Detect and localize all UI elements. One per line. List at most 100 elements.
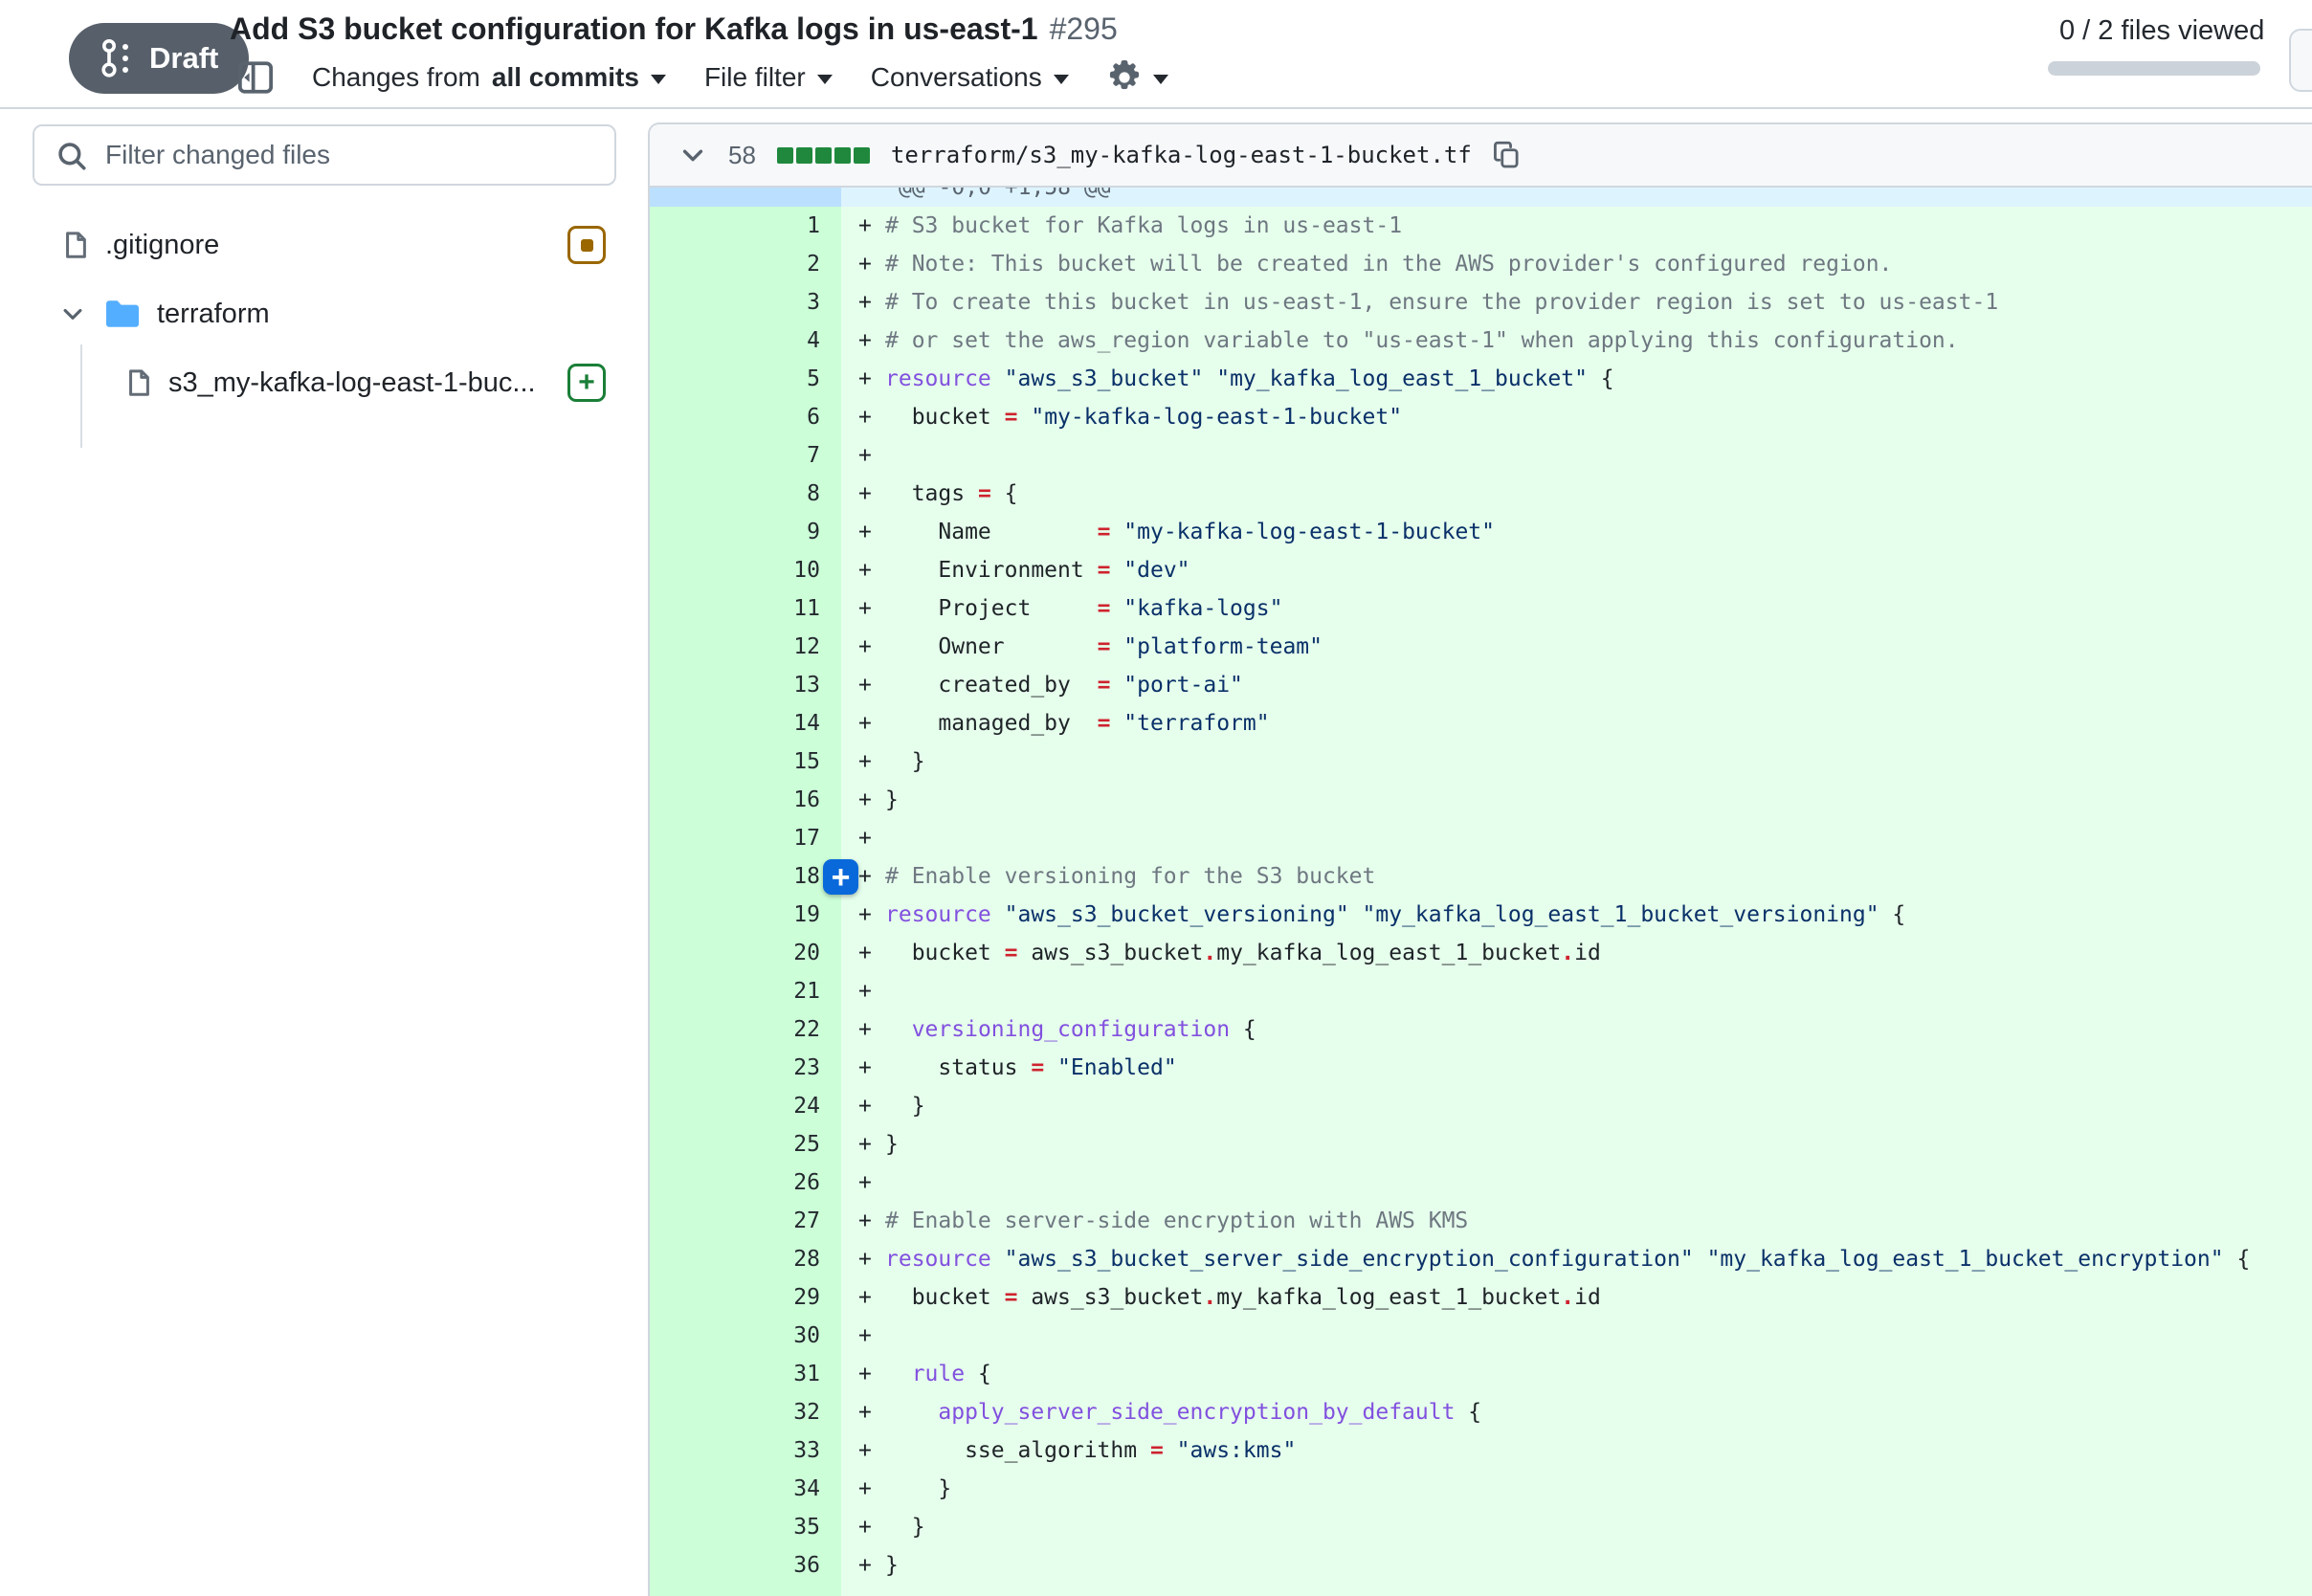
line-code: + (841, 819, 2312, 857)
line-number[interactable]: 7 (650, 436, 841, 475)
line-code: + Environment = "dev" (841, 551, 2312, 589)
pr-title: Add S3 bucket configuration for Kafka lo… (230, 11, 1118, 47)
file-added-badge: + (567, 364, 606, 402)
line-number[interactable]: 11 (650, 589, 841, 628)
filter-changed-files-input[interactable] (33, 124, 616, 186)
chevron-down-icon (817, 75, 833, 84)
line-number[interactable]: 22 (650, 1010, 841, 1049)
addition-marker: + (841, 1125, 885, 1164)
line-code: +resource "aws_s3_bucket_server_side_enc… (841, 1240, 2312, 1278)
chevron-down-icon (1153, 75, 1168, 84)
line-number[interactable]: 3 (650, 283, 841, 321)
line-number[interactable]: 31 (650, 1355, 841, 1393)
tree-item-s3-bucket-file[interactable]: s3_my-kafka-log-east-1-buc... + (0, 348, 632, 417)
line-number[interactable]: 18 (650, 857, 841, 896)
diffstat-block (796, 147, 812, 164)
line-number[interactable]: 19 (650, 896, 841, 934)
collapse-sidebar-icon[interactable] (237, 59, 274, 96)
line-number[interactable]: 36 (650, 1546, 841, 1585)
line-number[interactable]: 1 (650, 207, 841, 245)
addition-marker: + (841, 1393, 885, 1431)
diff-line: 8+ tags = { (650, 475, 2312, 513)
diff-settings-dropdown[interactable] (1107, 60, 1168, 95)
line-content: } (885, 743, 925, 781)
diff-line: 33+ sse_algorithm = "aws:kms" (650, 1431, 2312, 1470)
line-code: +resource "aws_s3_bucket_versioning" "my… (841, 896, 2312, 934)
diffstat-block (834, 147, 851, 164)
line-code: + apply_server_side_encryption_by_defaul… (841, 1393, 2312, 1431)
line-code: + managed_by = "terraform" (841, 704, 2312, 743)
review-changes-button[interactable]: R (2289, 29, 2312, 92)
line-number[interactable]: 30 (650, 1317, 841, 1355)
line-number[interactable]: 4 (650, 321, 841, 360)
line-number[interactable]: 29 (650, 1278, 841, 1317)
line-number[interactable]: 6 (650, 398, 841, 436)
diff-line: 26+ (650, 1164, 2312, 1202)
addition-marker: + (841, 628, 885, 666)
line-number[interactable]: 33 (650, 1431, 841, 1470)
line-number[interactable]: 26 (650, 1164, 841, 1202)
line-number[interactable]: 27 (650, 1202, 841, 1240)
folder-icon (103, 298, 142, 330)
diff-line: 15+ } (650, 743, 2312, 781)
collapse-file-chevron-icon[interactable] (678, 141, 707, 169)
line-number[interactable]: 34 (650, 1470, 841, 1508)
line-number[interactable]: 20 (650, 934, 841, 972)
line-number[interactable]: 2 (650, 245, 841, 283)
line-number[interactable]: 15 (650, 743, 841, 781)
line-number[interactable]: 25 (650, 1125, 841, 1164)
line-code: + bucket = "my-kafka-log-east-1-bucket" (841, 398, 2312, 436)
line-number[interactable]: 13 (650, 666, 841, 704)
line-content: # Note: This bucket will be created in t… (885, 245, 1892, 283)
line-code: + Project = "kafka-logs" (841, 589, 2312, 628)
line-code: + (841, 1164, 2312, 1202)
tree-item-gitignore[interactable]: .gitignore (0, 211, 632, 279)
line-number[interactable] (650, 1585, 841, 1596)
conversations-dropdown[interactable]: Conversations (871, 62, 1069, 93)
addition-marker: + (841, 1585, 885, 1596)
line-content: bucket = aws_s3_bucket.my_kafka_log_east… (885, 934, 1601, 972)
line-number[interactable]: 32 (650, 1393, 841, 1431)
line-number[interactable]: 16 (650, 781, 841, 819)
line-code: + (841, 436, 2312, 475)
line-number[interactable]: 14 (650, 704, 841, 743)
addition-marker: + (841, 934, 885, 972)
diff-line: 13+ created_by = "port-ai" (650, 666, 2312, 704)
line-number[interactable]: 17 (650, 819, 841, 857)
line-number[interactable]: 28 (650, 1240, 841, 1278)
line-number[interactable]: 24 (650, 1087, 841, 1125)
addition-marker: + (841, 743, 885, 781)
add-comment-button[interactable]: + (823, 859, 858, 895)
copy-path-icon[interactable] (1493, 141, 1522, 169)
line-number[interactable]: 5 (650, 360, 841, 398)
line-content: sse_algorithm = "aws:kms" (885, 1431, 1296, 1470)
line-number[interactable]: 10 (650, 551, 841, 589)
line-number[interactable]: 35 (650, 1508, 841, 1546)
addition-marker: + (841, 1546, 885, 1585)
line-number[interactable]: 21 (650, 972, 841, 1010)
tree-item-terraform-folder[interactable]: terraform (0, 279, 632, 348)
addition-marker: + (841, 475, 885, 513)
addition-marker: + (841, 1431, 885, 1470)
addition-marker: + (841, 436, 885, 475)
line-number[interactable]: 8 (650, 475, 841, 513)
changes-from-dropdown[interactable]: Changes from all commits (312, 62, 666, 93)
git-pull-request-draft-icon (100, 37, 134, 79)
line-code: + status = "Enabled" (841, 1049, 2312, 1087)
line-code: + Owner = "platform-team" (841, 628, 2312, 666)
diff-line: 23+ status = "Enabled" (650, 1049, 2312, 1087)
line-code: +# Enable versioning for the S3 bucket (841, 857, 2312, 896)
addition-marker: + (841, 1355, 885, 1393)
line-number[interactable]: 12 (650, 628, 841, 666)
line-number[interactable]: 9 (650, 513, 841, 551)
line-code: + Name = "my-kafka-log-east-1-bucket" (841, 513, 2312, 551)
line-number[interactable]: 23 (650, 1049, 841, 1087)
file-filter-dropdown[interactable]: File filter (704, 62, 833, 93)
line-code: + } (841, 743, 2312, 781)
line-content: apply_server_side_encryption_by_default … (885, 1393, 1481, 1431)
diffstat-blocks (777, 147, 870, 164)
chevron-down-icon (651, 75, 666, 84)
line-code: + } (841, 1087, 2312, 1125)
line-code: + bucket = aws_s3_bucket.my_kafka_log_ea… (841, 1278, 2312, 1317)
diff-line: 20+ bucket = aws_s3_bucket.my_kafka_log_… (650, 934, 2312, 972)
